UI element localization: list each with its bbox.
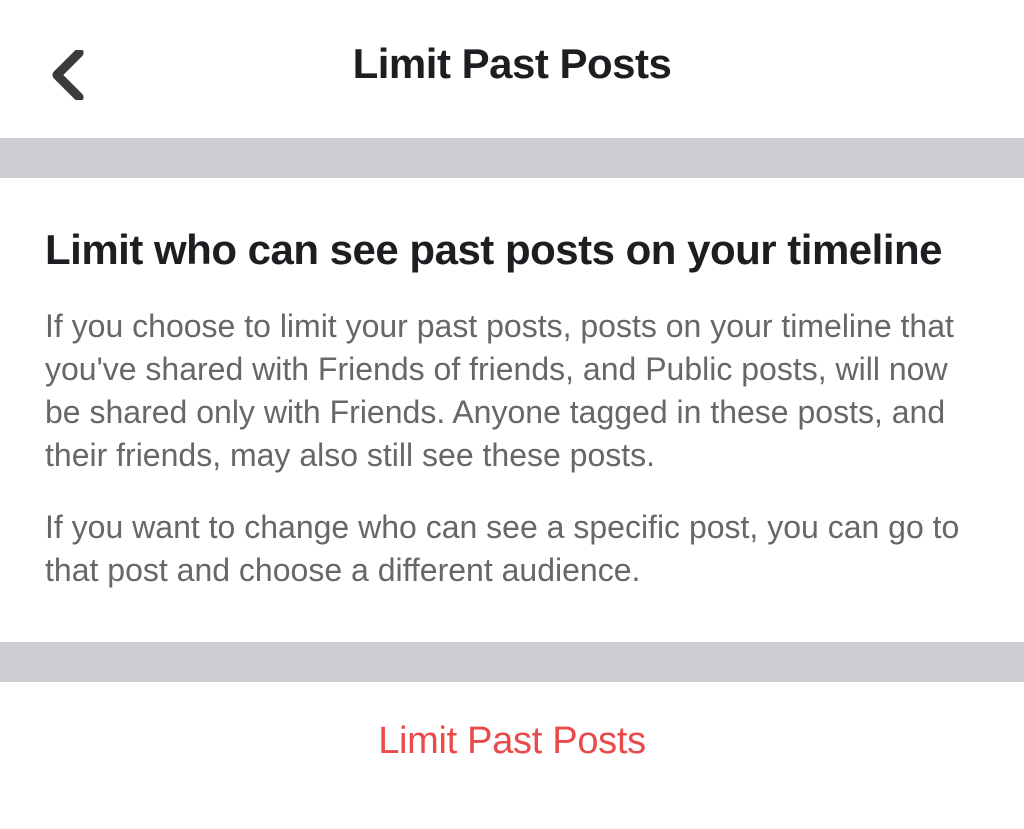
- action-section: Limit Past Posts: [0, 682, 1024, 801]
- chevron-left-icon: [50, 50, 86, 100]
- content-heading: Limit who can see past posts on your tim…: [45, 223, 979, 277]
- content-paragraph-2: If you want to change who can see a spec…: [45, 506, 979, 592]
- section-divider: [0, 138, 1024, 178]
- header: Limit Past Posts: [0, 0, 1024, 138]
- content-section: Limit who can see past posts on your tim…: [0, 178, 1024, 642]
- page-title: Limit Past Posts: [50, 40, 974, 88]
- content-paragraph-1: If you choose to limit your past posts, …: [45, 305, 979, 478]
- back-button[interactable]: [50, 50, 86, 100]
- limit-past-posts-button[interactable]: Limit Past Posts: [378, 720, 646, 763]
- section-divider: [0, 642, 1024, 682]
